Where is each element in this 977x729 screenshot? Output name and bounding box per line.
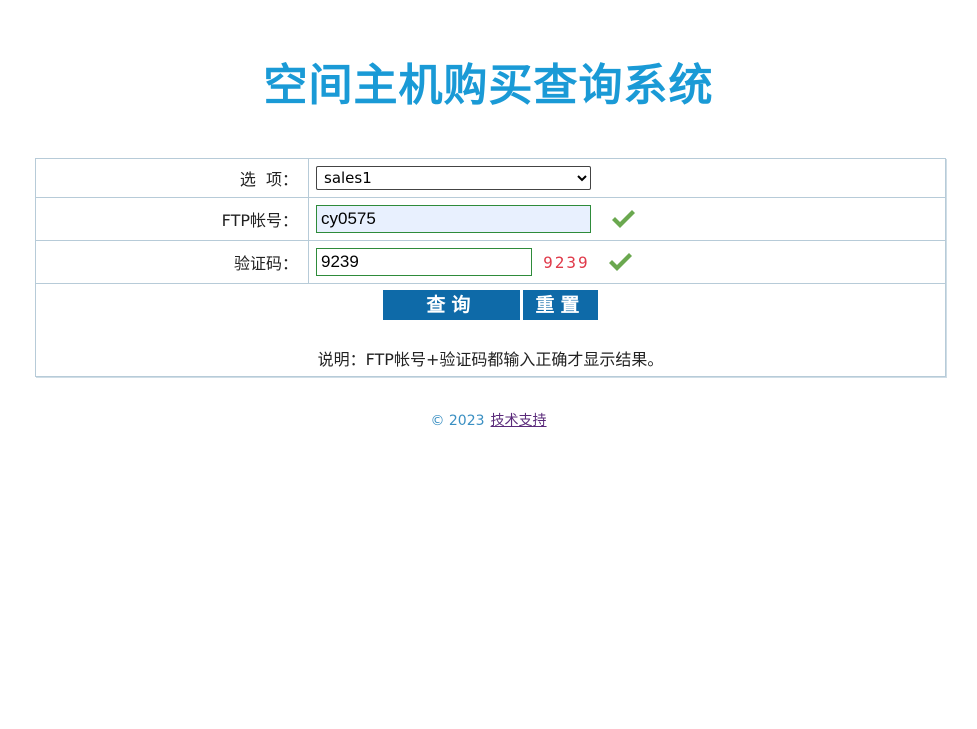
code-label: 验证码： xyxy=(35,240,309,284)
captcha-image[interactable]: 9239 xyxy=(543,253,590,272)
option-label: 选 项： xyxy=(35,158,309,198)
check-icon xyxy=(608,253,632,271)
query-form: 选 项： sales1 FTP帐号： 验证码： 9239 查询重置 xyxy=(35,158,946,377)
action-cell: 查询 重置 说明：FTP帐号+验证码都输入正确才显示结果。 xyxy=(35,283,946,377)
footer: © 2023 技术支持 xyxy=(0,410,977,430)
ftp-label: FTP帐号： xyxy=(35,197,309,241)
button-group: 查询 重置 xyxy=(36,284,945,320)
page-title: 空间主机购买查询系统 xyxy=(263,60,714,111)
ftp-cell xyxy=(308,197,946,241)
tech-support-link[interactable]: 技术支持 xyxy=(491,413,547,429)
check-icon xyxy=(612,210,636,228)
ftp-account-input[interactable] xyxy=(316,205,591,233)
reset-button[interactable]: 重置 xyxy=(523,290,598,320)
action-row: 查询 重置 说明：FTP帐号+验证码都输入正确才显示结果。 xyxy=(35,283,946,377)
verification-code-input[interactable] xyxy=(316,248,532,276)
option-select[interactable]: sales1 xyxy=(316,166,591,190)
option-cell: sales1 xyxy=(308,158,946,198)
option-row: 选 项： sales1 xyxy=(35,158,946,198)
option-label-text: 选 项： xyxy=(239,170,298,189)
instruction-note: 说明：FTP帐号+验证码都输入正确才显示结果。 xyxy=(317,350,664,369)
copyright-text: © 2023 xyxy=(430,413,485,429)
code-cell: 9239 xyxy=(308,240,946,284)
code-row: 验证码： 9239 xyxy=(35,240,946,284)
query-button[interactable]: 查询 xyxy=(383,290,520,320)
ftp-row: FTP帐号： xyxy=(35,197,946,241)
